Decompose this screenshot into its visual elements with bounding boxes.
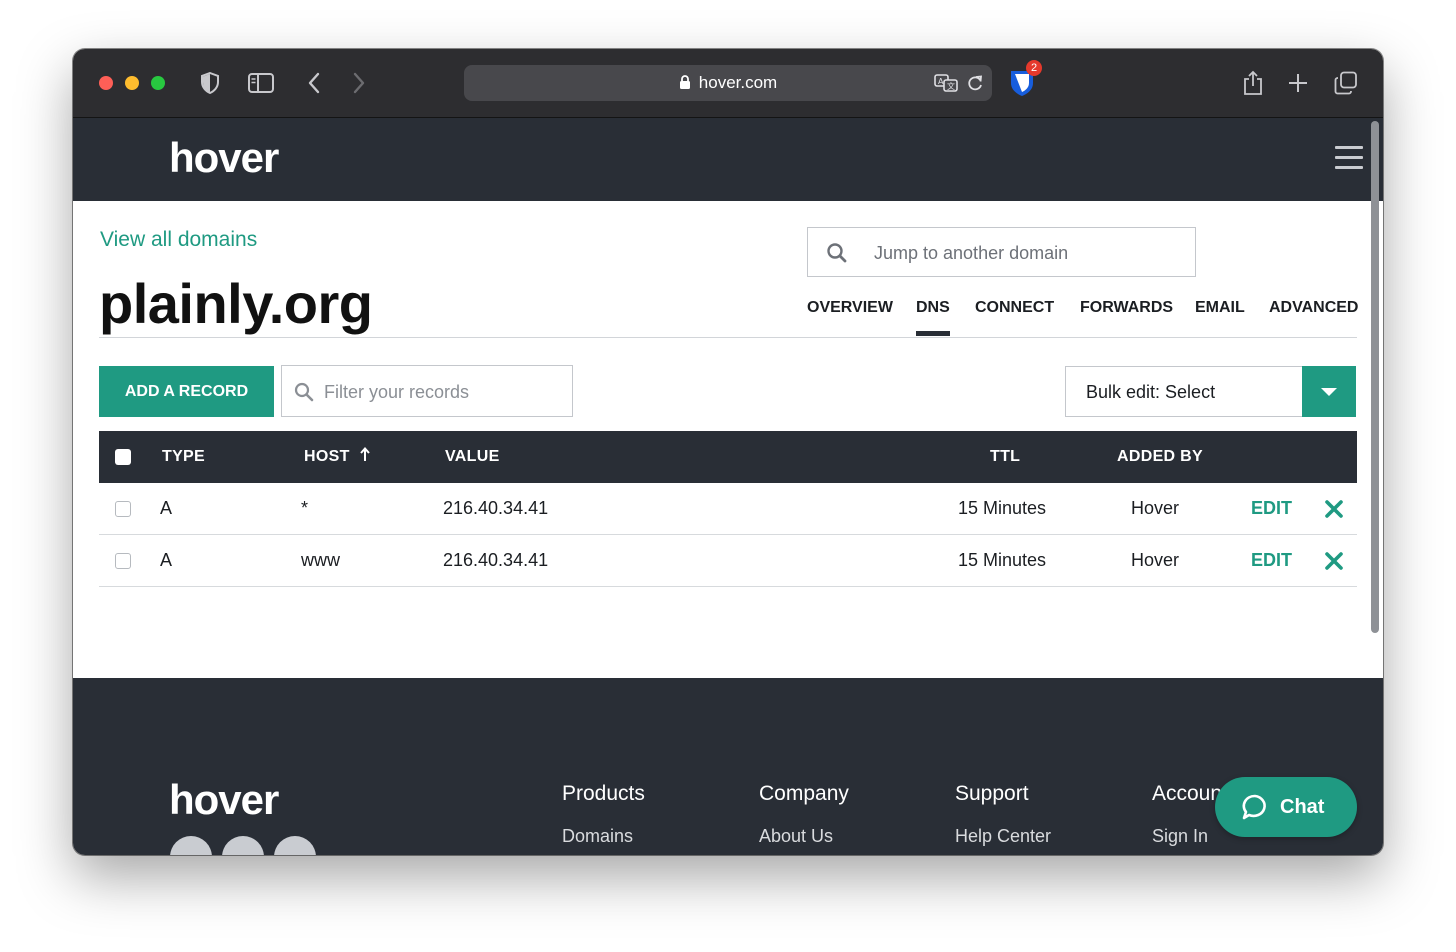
svg-text:A: A bbox=[938, 77, 944, 86]
close-window-button[interactable] bbox=[99, 76, 113, 90]
tabs-divider bbox=[99, 337, 1357, 338]
delete-x-icon[interactable] bbox=[1323, 498, 1345, 520]
facebook-icon[interactable] bbox=[222, 836, 264, 855]
records-table-header: TYPE HOST VALUE TTL ADDED BY bbox=[99, 431, 1357, 483]
jump-to-domain-input[interactable] bbox=[872, 228, 1186, 278]
record-host: * bbox=[301, 498, 309, 518]
share-icon[interactable] bbox=[1239, 69, 1267, 97]
domain-dns-page: View all domains plainly.org OVERVIEW DN… bbox=[73, 201, 1369, 678]
minimize-window-button[interactable] bbox=[125, 76, 139, 90]
twitter-icon[interactable] bbox=[170, 836, 212, 855]
zoom-window-button[interactable] bbox=[151, 76, 165, 90]
sidebar-toggle-icon[interactable] bbox=[247, 69, 275, 97]
record-type: A bbox=[160, 550, 173, 570]
linkedin-icon[interactable] bbox=[274, 836, 316, 855]
record-type: A bbox=[160, 498, 173, 518]
tab-email[interactable]: EMAIL bbox=[1195, 299, 1245, 317]
forward-arrow-icon[interactable] bbox=[345, 69, 373, 97]
privacy-shield-icon[interactable] bbox=[196, 69, 224, 97]
tab-advanced[interactable]: ADVANCED bbox=[1269, 299, 1358, 317]
filter-records-input[interactable] bbox=[322, 366, 571, 418]
tab-overview-icon[interactable] bbox=[1332, 69, 1360, 97]
footer-link-domains[interactable]: Domains bbox=[562, 826, 633, 847]
chat-label: Chat bbox=[1280, 796, 1325, 818]
hover-logo[interactable]: hover bbox=[169, 134, 279, 182]
extension-badge: 2 bbox=[1026, 60, 1042, 76]
footer-company-heading: Company bbox=[759, 782, 849, 805]
footer-hover-logo[interactable]: hover bbox=[169, 776, 279, 824]
column-added-by[interactable]: ADDED BY bbox=[1117, 431, 1203, 483]
new-tab-icon[interactable] bbox=[1284, 69, 1312, 97]
filter-search-icon bbox=[294, 382, 314, 407]
record-added-by: Hover bbox=[1131, 498, 1180, 518]
filter-records-search[interactable] bbox=[281, 365, 573, 418]
row-checkbox[interactable] bbox=[115, 501, 131, 517]
record-ttl: 15 Minutes bbox=[958, 498, 1047, 518]
domain-title: plainly.org bbox=[99, 272, 373, 335]
bulk-edit-label: Bulk edit: Select bbox=[1086, 382, 1216, 402]
hamburger-menu-icon[interactable] bbox=[1335, 146, 1363, 170]
record-value: 216.40.34.41 bbox=[443, 550, 549, 570]
address-bar[interactable]: hover.com A文 bbox=[464, 65, 992, 101]
svg-text:文: 文 bbox=[947, 81, 955, 91]
table-row: A * 216.40.34.41 15 Minutes Hover EDIT bbox=[99, 483, 1357, 535]
tab-overview[interactable]: OVERVIEW bbox=[807, 299, 893, 317]
column-host[interactable]: HOST bbox=[304, 431, 371, 483]
jump-to-domain-search[interactable] bbox=[807, 227, 1196, 278]
sort-ascending-icon bbox=[360, 431, 371, 483]
record-added-by: Hover bbox=[1131, 550, 1180, 570]
translate-icon[interactable]: A文 bbox=[934, 73, 958, 98]
column-value[interactable]: VALUE bbox=[445, 431, 500, 483]
footer-products-heading: Products bbox=[562, 782, 645, 805]
back-arrow-icon[interactable] bbox=[300, 69, 328, 97]
record-value: 216.40.34.41 bbox=[443, 498, 549, 518]
site-footer: hover Products Company Support Account D… bbox=[73, 678, 1383, 855]
edit-record-button[interactable]: EDIT bbox=[1251, 535, 1292, 586]
reload-icon[interactable] bbox=[966, 73, 984, 98]
search-icon bbox=[826, 242, 848, 269]
chevron-down-icon[interactable] bbox=[1302, 366, 1356, 417]
delete-x-icon[interactable] bbox=[1323, 550, 1345, 572]
row-checkbox[interactable] bbox=[115, 553, 131, 569]
tab-forwards[interactable]: FORWARDS bbox=[1080, 299, 1173, 317]
chat-bubble-icon bbox=[1241, 793, 1269, 827]
table-row: A www 216.40.34.41 15 Minutes Hover EDIT bbox=[99, 535, 1357, 587]
url-text: hover.com bbox=[698, 73, 778, 92]
lock-icon bbox=[679, 67, 691, 103]
select-all-checkbox[interactable] bbox=[115, 449, 131, 465]
record-ttl: 15 Minutes bbox=[958, 550, 1047, 570]
add-record-button[interactable]: ADD A RECORD bbox=[99, 366, 274, 417]
footer-link-sign-in[interactable]: Sign In bbox=[1152, 826, 1208, 847]
page-scrollbar[interactable] bbox=[1371, 121, 1379, 633]
edit-record-button[interactable]: EDIT bbox=[1251, 483, 1292, 534]
column-host-label: HOST bbox=[304, 448, 350, 465]
footer-link-about-us[interactable]: About Us bbox=[759, 826, 833, 847]
record-host: www bbox=[301, 550, 340, 570]
column-ttl[interactable]: TTL bbox=[990, 431, 1020, 483]
chat-button[interactable]: Chat bbox=[1215, 777, 1357, 837]
browser-toolbar: hover.com A文 2 bbox=[73, 49, 1383, 118]
bulk-edit-select[interactable]: Bulk edit: Select bbox=[1065, 366, 1356, 417]
footer-support-heading: Support bbox=[955, 782, 1029, 805]
view-all-domains-link[interactable]: View all domains bbox=[100, 228, 257, 252]
tab-connect[interactable]: CONNECT bbox=[975, 299, 1054, 317]
tab-dns[interactable]: DNS bbox=[916, 299, 950, 336]
browser-window: hover.com A文 2 hover View all domains pl… bbox=[73, 49, 1383, 855]
site-header: hover bbox=[73, 118, 1383, 201]
footer-link-help-center[interactable]: Help Center bbox=[955, 826, 1051, 847]
column-type[interactable]: TYPE bbox=[162, 431, 205, 483]
